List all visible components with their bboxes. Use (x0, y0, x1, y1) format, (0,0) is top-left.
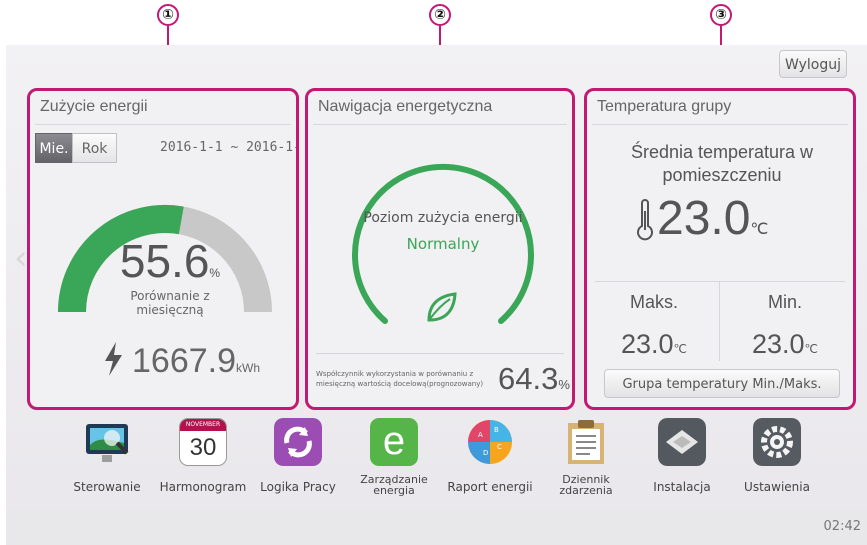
energy-usage-panel: Zużycie energii Mie. Rok 2016-1-1 ~ 2016… (27, 88, 299, 410)
energy-level-status: Normalny (406, 235, 480, 253)
energy-usage-title: Zużycie energii (40, 98, 148, 115)
app-label: Instalacja (653, 480, 711, 494)
marker-2: ② (429, 4, 451, 26)
average-temperature-label: Średnia temperatura w pomieszczeniu (630, 142, 814, 185)
energy-navigation-panel: Nawigacja energetyczna Poziom zużycia en… (305, 88, 575, 410)
marker-3: ③ (710, 4, 732, 26)
app-harmonogram[interactable]: NOVEMBER 30 Harmonogram (153, 410, 253, 507)
temperature-divider (595, 281, 845, 282)
app-instalacja[interactable]: Instalacja (632, 410, 732, 507)
app-launcher: Sterowanie NOVEMBER 30 Harmonogram Logik… (0, 410, 867, 507)
coefficient-label: Współczynnik wykorzystania w porównaniu … (316, 370, 484, 388)
circular-arrows-icon (274, 418, 322, 466)
marker-1: ① (157, 4, 179, 26)
calendar-month: NOVEMBER (180, 419, 226, 431)
app-label: Dziennik zdarzenia (559, 473, 613, 497)
app-logika-pracy[interactable]: Logika Pracy (248, 410, 348, 507)
clipboard-icon (568, 420, 604, 464)
app-label: Zarządzanie energia (360, 473, 428, 497)
max-temperature-label: Maks. (629, 292, 678, 312)
control-monitor-icon (86, 424, 129, 462)
total-energy: 1667.9kWh (102, 341, 292, 388)
svg-text:D: D (483, 449, 488, 457)
clock-time: 02:42 (823, 519, 861, 534)
calendar-day: 30 (189, 434, 217, 461)
energy-navigation-divider (313, 124, 567, 125)
min-temperature-value: 23.0℃ (751, 329, 819, 359)
thermometer-icon (637, 199, 653, 241)
svg-text:C: C (497, 443, 502, 451)
group-temperature-divider (592, 124, 848, 125)
app-dziennik-zdarzenia[interactable]: Dziennik zdarzenia (536, 410, 636, 507)
group-temperature-title: Temperatura grupy (597, 98, 732, 115)
average-temperature-value: 23.0℃ (657, 192, 769, 245)
year-tab[interactable]: Rok (72, 133, 117, 163)
app-zarzadzanie-energia[interactable]: e Zarządzanie energia (344, 410, 444, 507)
app-sterowanie[interactable]: Sterowanie (57, 410, 157, 507)
gear-icon (753, 418, 801, 466)
app-label: Raport energii (447, 480, 533, 494)
energy-level-label: Poziom zużycia energii (363, 210, 523, 226)
app-raport-energii[interactable]: A B C D Raport energii (440, 410, 540, 507)
minmax-temperature-button[interactable]: Grupa temperatury Min./Maks. (604, 369, 840, 398)
leaf-icon (427, 292, 457, 322)
lightning-bolt-icon (105, 342, 122, 376)
svg-text:B: B (494, 426, 499, 434)
page-indicator[interactable] (422, 76, 460, 110)
group-temperature-panel: Temperatura grupy Średnia temperatura w … (584, 88, 856, 410)
energy-navigation-title: Nawigacja energetyczna (318, 98, 493, 115)
calendar-icon: NOVEMBER 30 (179, 418, 227, 466)
svg-text:A: A (478, 431, 483, 439)
app-label: Logika Pracy (260, 480, 336, 494)
comparison-caption: Porównanie z miesięczną (130, 289, 210, 317)
date-range: 2016-1-1 ~ 2016-1-29 (160, 140, 296, 155)
logout-button[interactable]: Wyloguj (779, 50, 847, 78)
max-temperature-value: 23.0℃ (620, 329, 688, 359)
min-temperature-label: Min. (767, 292, 802, 312)
status-bar: 02:42 (6, 510, 867, 545)
energy-usage-divider (35, 124, 291, 125)
coefficient-divider (316, 353, 564, 354)
e-document-icon: e (370, 418, 418, 466)
pie-chart-icon: A B C D (468, 420, 512, 464)
app-label: Sterowanie (73, 480, 141, 494)
app-label: Harmonogram (159, 480, 247, 494)
annotation-markers: ① ② ③ (0, 0, 867, 90)
ceiling-unit-icon (658, 418, 706, 466)
coefficient-value: 64.3% (498, 361, 570, 396)
app-ustawienia[interactable]: Ustawienia (727, 410, 827, 507)
temperature-column-divider (719, 281, 720, 361)
month-tab[interactable]: Mie. (35, 133, 73, 163)
app-label: Ustawienia (744, 480, 810, 494)
